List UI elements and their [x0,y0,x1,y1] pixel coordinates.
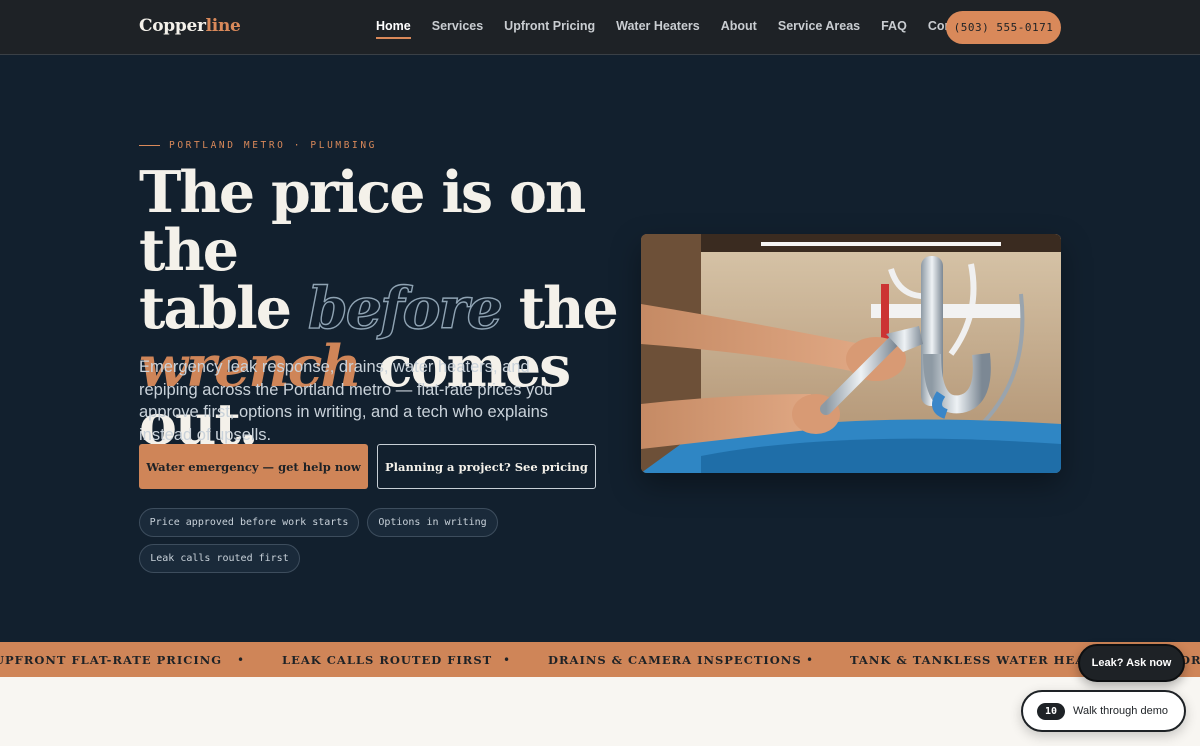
demo-step-badge: 10 [1037,702,1065,720]
photo-illustration [641,234,1061,473]
headline-before-outline: before [307,275,503,342]
logo-accent: line [205,16,241,36]
demo-label: Walk through demo [1073,705,1168,717]
headline-table: table [139,275,292,342]
marquee-separator: • [237,653,245,667]
plumber-under-sink-photo [641,234,1061,473]
walk-through-demo-button[interactable]: 10 Walk through demo [1021,690,1186,732]
hero-subtext: Emergency leak response, drains, water h… [139,358,553,444]
next-section [0,677,1200,746]
nav-link-water-heaters[interactable]: Water Heaters [616,19,700,41]
hero-eyebrow: PORTLAND METRO · PLUMBING [139,140,377,151]
headline-the: the [518,275,619,342]
nav-links: Home Services Upfront Pricing Water Heat… [376,19,995,41]
marquee-separator: • [503,653,511,667]
nav-link-faq[interactable]: FAQ [881,19,907,41]
chip-options-writing: Options in writing [367,508,498,537]
eyebrow-text: PORTLAND METRO · PLUMBING [169,140,377,151]
logo[interactable]: Copperline [139,16,241,36]
marquee-item: UPFRONT FLAT-RATE PRICING [0,653,223,667]
marquee-separator: • [806,653,814,667]
chip-price-approved: Price approved before work starts [139,508,359,537]
nav-link-services[interactable]: Services [432,19,483,41]
feature-marquee: UPFRONT FLAT-RATE PRICING • LEAK CALLS R… [0,642,1200,677]
marquee-item: DRAINS & CAMERA INSPECTIONS [548,653,802,667]
eyebrow-rule [139,144,160,147]
chip-leak-calls: Leak calls routed first [139,544,300,573]
top-navbar: Copperline Home Services Upfront Pricing… [0,0,1200,55]
nav-link-upfront-pricing[interactable]: Upfront Pricing [504,19,595,41]
leak-ask-now-button[interactable]: Leak? Ask now [1078,644,1185,682]
headline-line1: The price is on the [139,159,586,284]
emergency-help-button[interactable]: Water emergency — get help now [139,444,368,489]
nav-link-home[interactable]: Home [376,19,411,41]
nav-link-about[interactable]: About [721,19,757,41]
phone-call-button[interactable]: (503) 555-0171 [946,11,1061,44]
logo-main: Copper [139,16,206,36]
marquee-item: LEAK CALLS ROUTED FIRST [282,653,493,667]
nav-link-service-areas[interactable]: Service Areas [778,19,860,41]
see-pricing-button[interactable]: Planning a project? See pricing [377,444,596,489]
